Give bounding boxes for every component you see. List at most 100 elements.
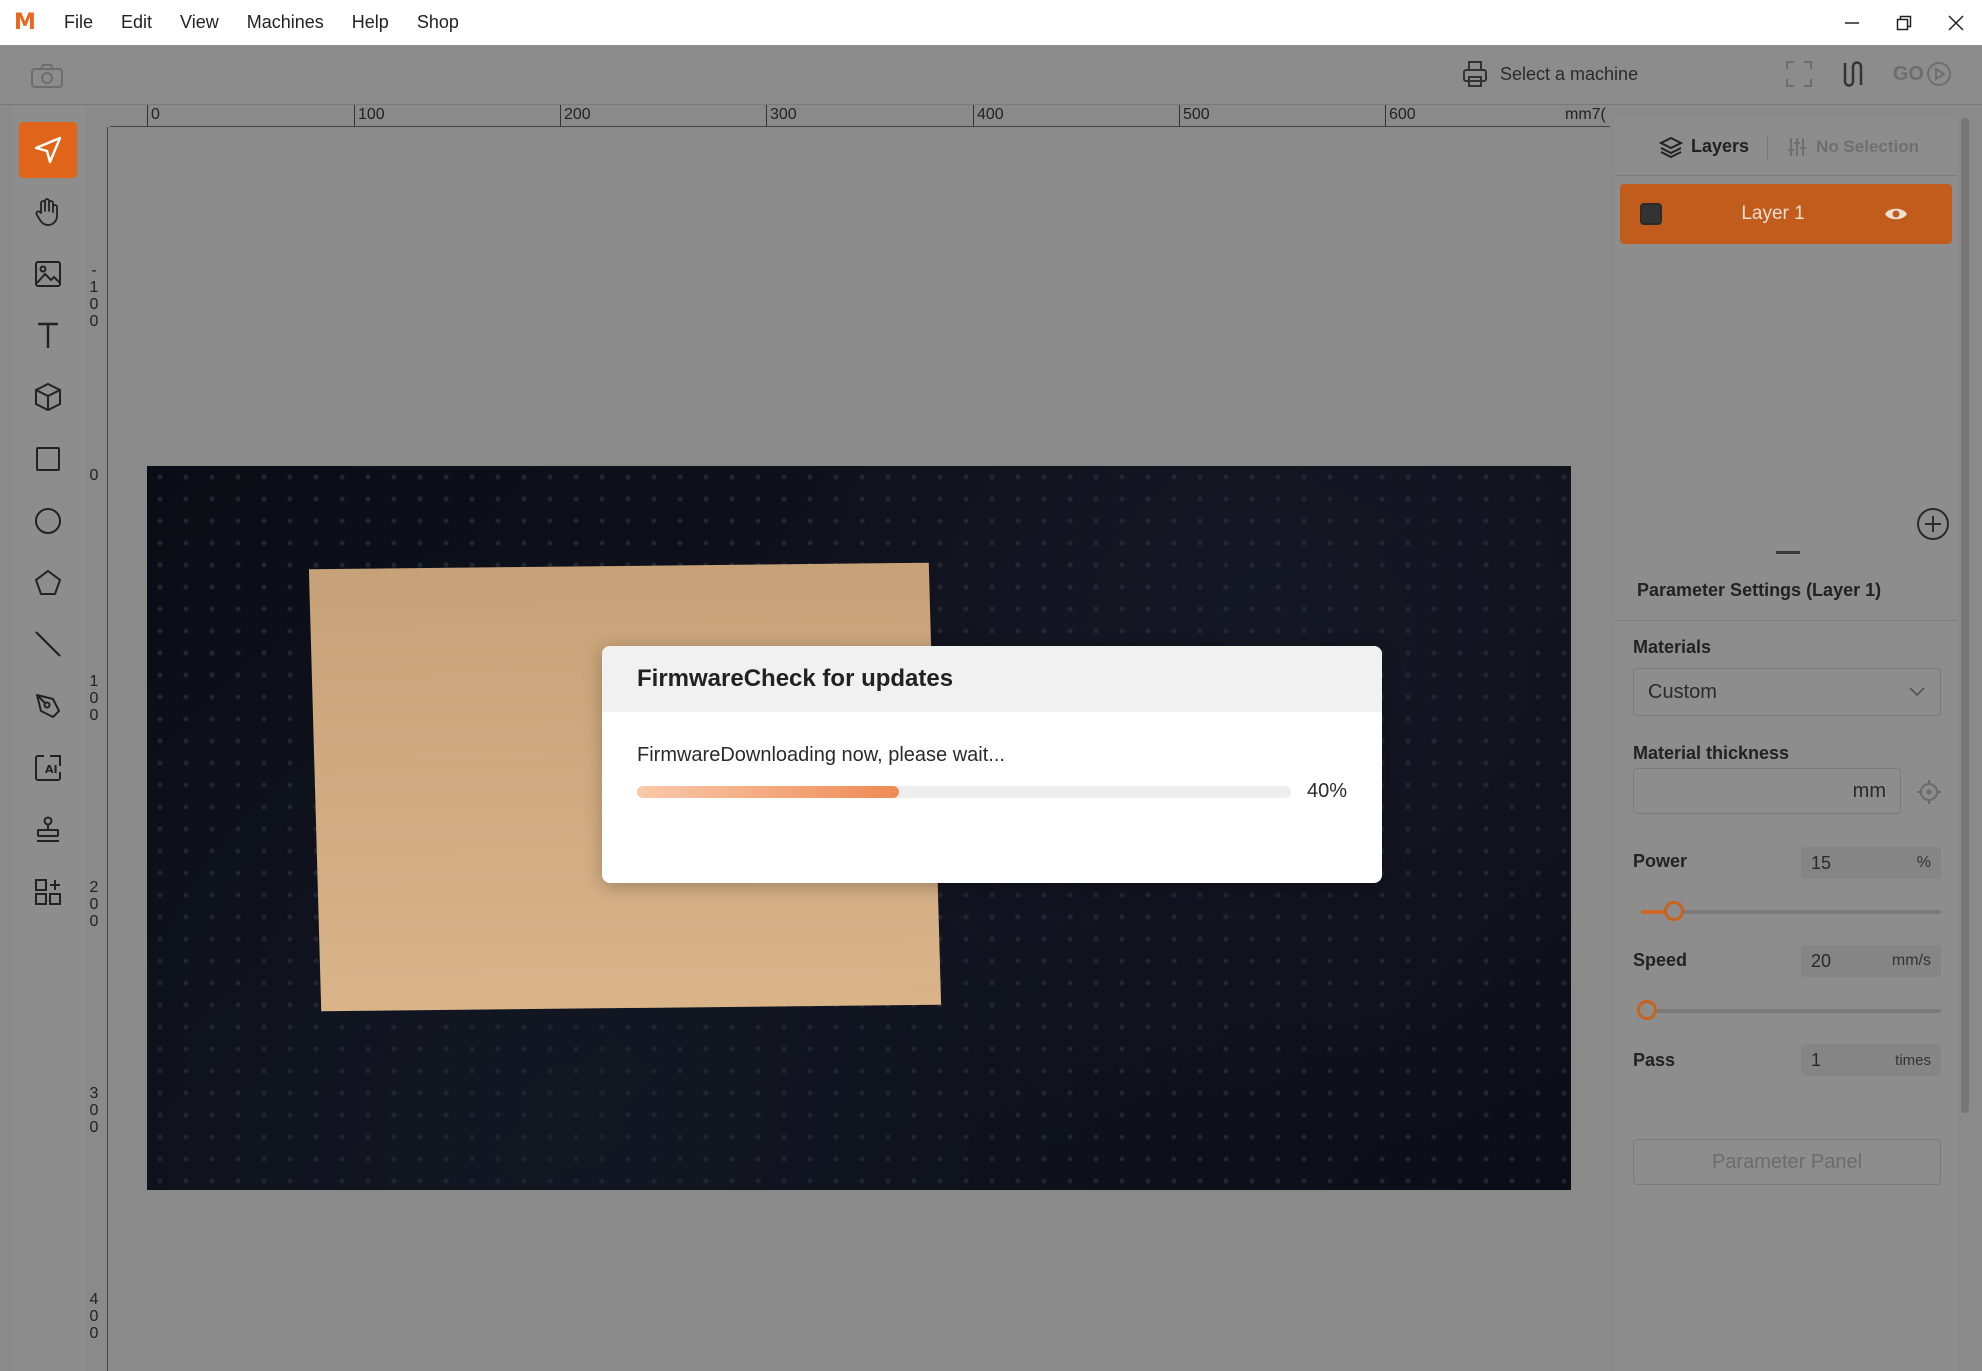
menu-machines[interactable]: Machines	[233, 0, 338, 45]
menu-help[interactable]: Help	[338, 0, 403, 45]
layer-item[interactable]: Layer 1	[1620, 184, 1952, 244]
text-icon	[38, 322, 58, 348]
power-label: Power	[1633, 851, 1688, 871]
panel-splitter-handle[interactable]	[1776, 551, 1800, 554]
power-unit: %	[1916, 854, 1931, 871]
thickness-input[interactable]: mm	[1633, 768, 1901, 814]
ruler-left-label: -100	[89, 262, 99, 330]
svg-text:AI: AI	[45, 763, 58, 776]
tab-selection[interactable]: No Selection	[1786, 136, 1919, 158]
cursor-arrow-icon	[34, 136, 62, 164]
ai-image-tool[interactable]: AI	[19, 740, 77, 796]
path-preview-icon[interactable]	[1839, 59, 1867, 89]
select-tool[interactable]	[19, 122, 77, 178]
tab-selection-label: No Selection	[1816, 136, 1920, 156]
sliders-icon	[1788, 137, 1807, 156]
power-slider[interactable]	[1641, 901, 1941, 921]
pen-tool[interactable]	[19, 678, 77, 734]
printer-icon	[1463, 61, 1487, 87]
tab-layers[interactable]: Layers	[1659, 135, 1749, 159]
polygon-tool[interactable]	[19, 555, 77, 611]
play-icon	[1927, 62, 1951, 86]
params-title: Parameter Settings (Layer 1)	[1637, 580, 1882, 600]
download-progress-bar	[637, 786, 1291, 798]
dialog-message: FirmwareDownloading now, please wait...	[637, 744, 1005, 766]
hand-tool[interactable]	[19, 184, 77, 240]
speed-value: 20	[1811, 950, 1832, 971]
speed-slider-thumb[interactable]	[1637, 1000, 1657, 1020]
menu-file[interactable]: File	[50, 0, 107, 45]
materials-select[interactable]: Custom	[1633, 668, 1941, 716]
ruler-left-label: 100	[89, 673, 99, 724]
image-icon	[35, 261, 61, 287]
rectangle-tool[interactable]	[19, 431, 77, 487]
menu-view[interactable]: View	[166, 0, 233, 45]
minimize-icon	[1845, 21, 1859, 24]
thickness-label: Material thickness	[1633, 743, 1790, 763]
speed-unit: mm/s	[1891, 952, 1931, 969]
circle-icon	[35, 508, 61, 534]
eye-icon[interactable]	[1884, 206, 1908, 222]
camera-button[interactable]	[30, 63, 64, 94]
chevron-down-icon	[1909, 687, 1925, 697]
ruler-left-label: 400	[89, 1291, 99, 1342]
restore-icon	[1896, 15, 1912, 30]
tab-divider	[1767, 134, 1769, 159]
title-bar: M File Edit View Machines Help Shop	[0, 0, 1982, 45]
camera-icon	[31, 64, 63, 88]
ruler-left-label: 0	[89, 467, 99, 484]
speed-input[interactable]: 20 mm/s	[1801, 945, 1941, 977]
parameter-panel-button[interactable]: Parameter Panel	[1633, 1139, 1941, 1185]
menu-edit[interactable]: Edit	[107, 0, 166, 45]
menu-shop[interactable]: Shop	[403, 0, 473, 45]
apps-add-icon	[35, 879, 61, 905]
line-tool[interactable]	[19, 616, 77, 672]
pen-icon	[36, 694, 60, 718]
power-input[interactable]: 15 %	[1801, 847, 1941, 879]
download-progress-fill	[637, 786, 899, 798]
cube-icon	[35, 382, 61, 412]
go-label: GO	[1892, 62, 1924, 85]
maximize-button[interactable]	[1878, 0, 1930, 45]
select-machine-button[interactable]: Select a machine	[1460, 59, 1638, 89]
frame-icon[interactable]	[1785, 60, 1813, 88]
text-tool[interactable]	[19, 307, 77, 363]
window-controls	[1826, 0, 1982, 45]
stamp-icon	[37, 816, 59, 842]
tab-layers-label: Layers	[1691, 136, 1750, 156]
crosshair-icon[interactable]	[1916, 779, 1942, 805]
go-button[interactable]: GO	[1893, 61, 1952, 87]
ruler-top-label: 300	[766, 105, 797, 127]
right-panel: Layers No Selection Layer 1 Parameter Se…	[1615, 118, 1957, 1371]
tools-sidebar: AI	[12, 106, 85, 1371]
ruler-left-label: 200	[89, 879, 99, 930]
stamp-tool[interactable]	[19, 802, 77, 858]
close-button[interactable]	[1930, 0, 1982, 45]
main-toolbar: Select a machine GO	[0, 45, 1982, 105]
layer-checkbox[interactable]	[1640, 203, 1662, 225]
3d-tool[interactable]	[19, 369, 77, 425]
ruler-vertical: -100 0 100 200 300 400	[86, 127, 108, 1371]
ellipse-tool[interactable]	[19, 493, 77, 549]
params-divider	[1615, 620, 1957, 621]
layer-name: Layer 1	[1741, 203, 1805, 224]
layers-icon	[1659, 136, 1683, 158]
materials-label: Materials	[1633, 637, 1712, 657]
elements-tool[interactable]	[19, 864, 77, 920]
ai-image-icon: AI	[35, 755, 61, 781]
add-layer-icon[interactable]	[1915, 506, 1951, 542]
power-slider-thumb[interactable]	[1664, 901, 1684, 921]
pass-value: 1	[1811, 1049, 1822, 1070]
pass-input[interactable]: 1 times	[1801, 1044, 1941, 1076]
ruler-top-label: 100	[354, 105, 385, 127]
pass-unit: times	[1895, 1051, 1931, 1069]
ruler-left-label: 300	[89, 1085, 99, 1136]
ruler-top-label: 400	[973, 105, 1004, 127]
right-panel-scrollbar[interactable]	[1961, 118, 1969, 1113]
speed-slider[interactable]	[1637, 1000, 1941, 1020]
thickness-unit: mm	[1852, 779, 1886, 802]
pentagon-icon	[34, 569, 62, 595]
image-tool[interactable]	[19, 246, 77, 302]
minimize-button[interactable]	[1826, 0, 1878, 45]
ruler-top-label: 0	[147, 105, 160, 127]
